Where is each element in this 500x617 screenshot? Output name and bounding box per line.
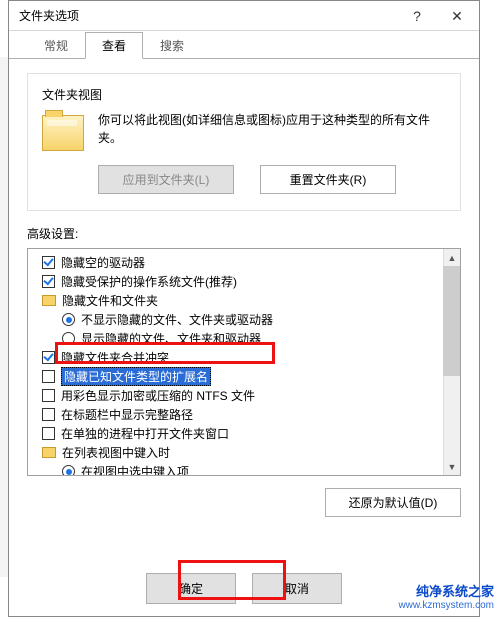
opt-color-encrypted-ntfs[interactable]: 用彩色显示加密或压缩的 NTFS 文件 xyxy=(34,386,460,405)
folder-icon xyxy=(42,115,84,151)
checkbox-icon xyxy=(42,351,55,364)
scroll-thumb[interactable] xyxy=(443,266,460,376)
ok-button[interactable]: 确定 xyxy=(146,573,236,604)
checkbox-icon xyxy=(42,408,55,421)
watermark-url: www.kzmsystem.com xyxy=(398,600,494,611)
group-typing-in-list[interactable]: 在列表视图中键入时 xyxy=(34,443,460,462)
tab-strip: 常规 查看 搜索 xyxy=(9,31,479,59)
window-title: 文件夹选项 xyxy=(19,1,397,31)
cancel-button[interactable]: 取消 xyxy=(252,573,342,604)
advanced-settings-tree[interactable]: 隐藏空的驱动器 隐藏受保护的操作系统文件(推荐) 隐藏文件和文件夹 不显示隐藏的… xyxy=(27,248,461,476)
opt-label: 用彩色显示加密或压缩的 NTFS 文件 xyxy=(61,387,255,404)
folder-icon xyxy=(42,295,56,306)
radio-icon xyxy=(62,332,75,345)
apply-to-folders-button: 应用到文件夹(L) xyxy=(98,165,234,194)
restore-defaults-button[interactable]: 还原为默认值(D) xyxy=(325,488,461,517)
tab-view[interactable]: 查看 xyxy=(85,32,143,59)
folder-view-desc: 你可以将此视图(如详细信息或图标)应用于这种类型的所有文件夹。 xyxy=(98,111,446,147)
opt-label: 隐藏文件和文件夹 xyxy=(62,292,158,309)
opt-label: 在标题栏中显示完整路径 xyxy=(61,406,193,423)
radio-icon xyxy=(62,313,75,326)
folder-options-dialog: 文件夹选项 ? ✕ 常规 查看 搜索 文件夹视图 你可以将此视图(如详细信息或图… xyxy=(8,0,480,617)
folder-view-group: 文件夹视图 你可以将此视图(如详细信息或图标)应用于这种类型的所有文件夹。 应用… xyxy=(27,73,461,211)
folder-view-heading: 文件夹视图 xyxy=(42,86,446,103)
checkbox-icon xyxy=(42,370,55,383)
watermark-title: 纯净系统之家 xyxy=(416,585,494,599)
opt-hide-empty-drives[interactable]: 隐藏空的驱动器 xyxy=(34,253,460,272)
checkbox-icon xyxy=(42,275,55,288)
tab-content: 文件夹视图 你可以将此视图(如详细信息或图标)应用于这种类型的所有文件夹。 应用… xyxy=(9,59,479,560)
opt-separate-process[interactable]: 在单独的进程中打开文件夹窗口 xyxy=(34,424,460,443)
group-hidden-files[interactable]: 隐藏文件和文件夹 xyxy=(34,291,460,310)
reset-folders-button[interactable]: 重置文件夹(R) xyxy=(260,165,396,194)
opt-hide-merge-conflicts[interactable]: 隐藏文件夹合并冲突 xyxy=(34,348,460,367)
opt-dont-show-hidden[interactable]: 不显示隐藏的文件、文件夹或驱动器 xyxy=(34,310,460,329)
opt-label: 隐藏受保护的操作系统文件(推荐) xyxy=(61,273,237,290)
opt-label: 在列表视图中键入时 xyxy=(62,444,170,461)
opt-label: 在视图中选中键入项 xyxy=(81,463,189,476)
close-button[interactable]: ✕ xyxy=(437,1,477,31)
opt-hide-protected-os-files[interactable]: 隐藏受保护的操作系统文件(推荐) xyxy=(34,272,460,291)
title-bar: 文件夹选项 ? ✕ xyxy=(9,1,479,31)
advanced-settings-label: 高级设置: xyxy=(27,225,461,242)
opt-hide-known-extensions[interactable]: 隐藏已知文件类型的扩展名 xyxy=(34,367,460,386)
scroll-up-icon[interactable]: ▲ xyxy=(444,249,460,266)
opt-full-path-titlebar[interactable]: 在标题栏中显示完整路径 xyxy=(34,405,460,424)
tree-scrollbar[interactable]: ▲ ▼ xyxy=(443,249,460,475)
opt-label: 隐藏文件夹合并冲突 xyxy=(61,349,169,366)
tab-search[interactable]: 搜索 xyxy=(143,32,201,59)
opt-label: 隐藏空的驱动器 xyxy=(61,254,145,271)
checkbox-icon xyxy=(42,389,55,402)
opt-show-hidden[interactable]: 显示隐藏的文件、文件夹和驱动器 xyxy=(34,329,460,348)
opt-label: 显示隐藏的文件、文件夹和驱动器 xyxy=(81,330,261,347)
radio-icon xyxy=(62,465,75,476)
checkbox-icon xyxy=(42,427,55,440)
checkbox-icon xyxy=(42,256,55,269)
scroll-down-icon[interactable]: ▼ xyxy=(444,458,460,475)
opt-label: 不显示隐藏的文件、文件夹或驱动器 xyxy=(81,311,273,328)
tab-general[interactable]: 常规 xyxy=(27,32,85,59)
watermark: 纯净系统之家 www.kzmsystem.com xyxy=(374,583,494,613)
folder-icon xyxy=(42,447,56,458)
opt-label: 在单独的进程中打开文件夹窗口 xyxy=(61,425,229,442)
help-button[interactable]: ? xyxy=(397,1,437,31)
opt-label: 隐藏已知文件类型的扩展名 xyxy=(61,367,211,386)
opt-select-typed-item[interactable]: 在视图中选中键入项 xyxy=(34,462,460,476)
